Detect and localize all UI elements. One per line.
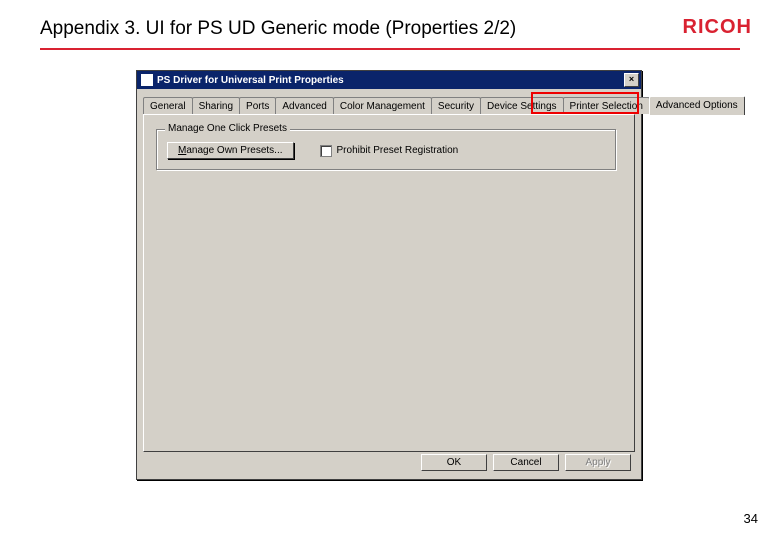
dialog-footer: OK Cancel Apply <box>421 454 631 471</box>
page-number: 34 <box>744 511 758 526</box>
ok-button[interactable]: OK <box>421 454 487 471</box>
group-title: Manage One Click Presets <box>165 123 290 134</box>
tab-general[interactable]: General <box>143 97 193 114</box>
checkbox-icon <box>320 145 332 157</box>
cancel-button[interactable]: Cancel <box>493 454 559 471</box>
checkbox-label: Prohibit Preset Registration <box>337 145 459 156</box>
slide-title: Appendix 3. UI for PS UD Generic mode (P… <box>40 18 516 40</box>
tab-security[interactable]: Security <box>431 97 481 114</box>
manage-presets-group: Manage One Click Presets Manage Own Pres… <box>156 129 616 170</box>
close-button[interactable]: × <box>624 73 639 87</box>
window-icon <box>141 74 153 86</box>
window-title: PS Driver for Universal Print Properties <box>157 75 624 86</box>
tab-color-management[interactable]: Color Management <box>333 97 432 114</box>
tab-printer-selection[interactable]: Printer Selection <box>563 97 650 114</box>
brand-logo: RICOH <box>683 16 752 39</box>
tab-panel: Manage One Click Presets Manage Own Pres… <box>143 114 635 452</box>
prohibit-preset-checkbox[interactable]: Prohibit Preset Registration <box>320 145 459 157</box>
tab-ports[interactable]: Ports <box>239 97 276 114</box>
tab-strip: General Sharing Ports Advanced Color Man… <box>143 95 635 114</box>
tab-device-settings[interactable]: Device Settings <box>480 97 563 114</box>
tab-advanced-options[interactable]: Advanced Options <box>649 96 745 115</box>
manage-own-presets-button[interactable]: Manage Own Presets... <box>167 142 294 159</box>
apply-button[interactable]: Apply <box>565 454 631 471</box>
tab-advanced[interactable]: Advanced <box>275 97 333 114</box>
tab-sharing[interactable]: Sharing <box>192 97 240 114</box>
divider <box>40 48 740 50</box>
titlebar: PS Driver for Universal Print Properties… <box>137 71 641 89</box>
properties-dialog: PS Driver for Universal Print Properties… <box>136 70 642 480</box>
